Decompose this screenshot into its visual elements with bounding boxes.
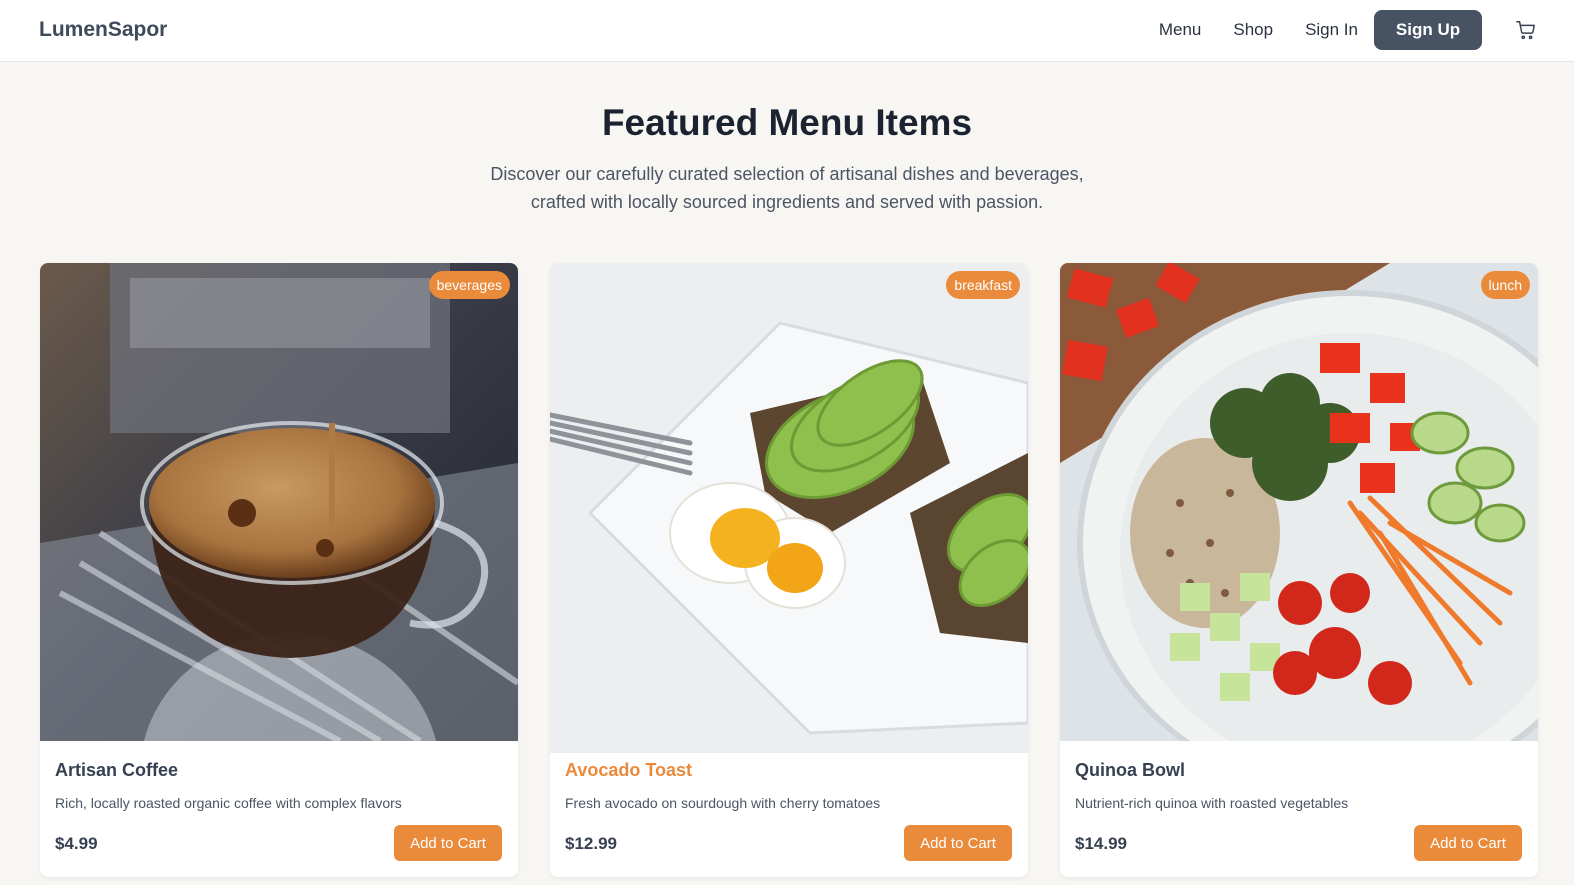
item-description: Rich, locally roasted organic coffee wit… <box>55 795 402 811</box>
item-price: $4.99 <box>55 834 98 853</box>
quinoa-bowl-photo <box>1060 263 1538 741</box>
subtitle-line-1: Discover our carefully curated selection… <box>490 164 1084 184</box>
item-title[interactable]: Quinoa Bowl <box>1075 760 1185 781</box>
add-to-cart-button[interactable]: Add to Cart <box>1414 825 1522 861</box>
avocado-toast-photo <box>550 263 1028 753</box>
page-subtitle: Discover our carefully curated selection… <box>437 160 1137 216</box>
sign-up-button[interactable]: Sign Up <box>1374 10 1482 50</box>
category-badge: beverages <box>428 271 510 299</box>
item-price: $14.99 <box>1075 834 1127 853</box>
item-title[interactable]: Avocado Toast <box>565 760 692 781</box>
nav-menu-link[interactable]: Menu <box>1159 20 1202 40</box>
top-navbar: LumenSapor Menu Shop Sign In Sign Up <box>0 0 1574 62</box>
add-to-cart-button[interactable]: Add to Cart <box>904 825 1012 861</box>
subtitle-line-2: crafted with locally sourced ingredients… <box>530 192 1044 212</box>
cart-icon[interactable] <box>1514 18 1538 42</box>
add-to-cart-button[interactable]: Add to Cart <box>394 825 502 861</box>
item-price: $12.99 <box>565 834 617 853</box>
brand-logo[interactable]: LumenSapor <box>39 18 167 42</box>
main-nav: Menu Shop Sign In Sign Up <box>1159 10 1574 50</box>
category-badge: breakfast <box>946 271 1020 299</box>
espresso-cup-photo <box>40 263 518 741</box>
item-title[interactable]: Artisan Coffee <box>55 760 178 781</box>
item-description: Fresh avocado on sourdough with cherry t… <box>565 795 881 811</box>
menu-item-card: breakfast Avocado Toast Fresh avocado on… <box>550 263 1028 877</box>
menu-item-card: lunch Quinoa Bowl Nutrient-rich quinoa w… <box>1060 263 1538 877</box>
category-badge: lunch <box>1480 271 1530 299</box>
page-title: Featured Menu Items <box>601 102 973 143</box>
sign-in-link[interactable]: Sign In <box>1305 20 1358 40</box>
menu-item-card: beverages Artisan Coffee Rich, locally r… <box>40 263 518 877</box>
item-description: Nutrient-rich quinoa with roasted vegeta… <box>1075 795 1349 811</box>
nav-shop-link[interactable]: Shop <box>1233 20 1273 40</box>
